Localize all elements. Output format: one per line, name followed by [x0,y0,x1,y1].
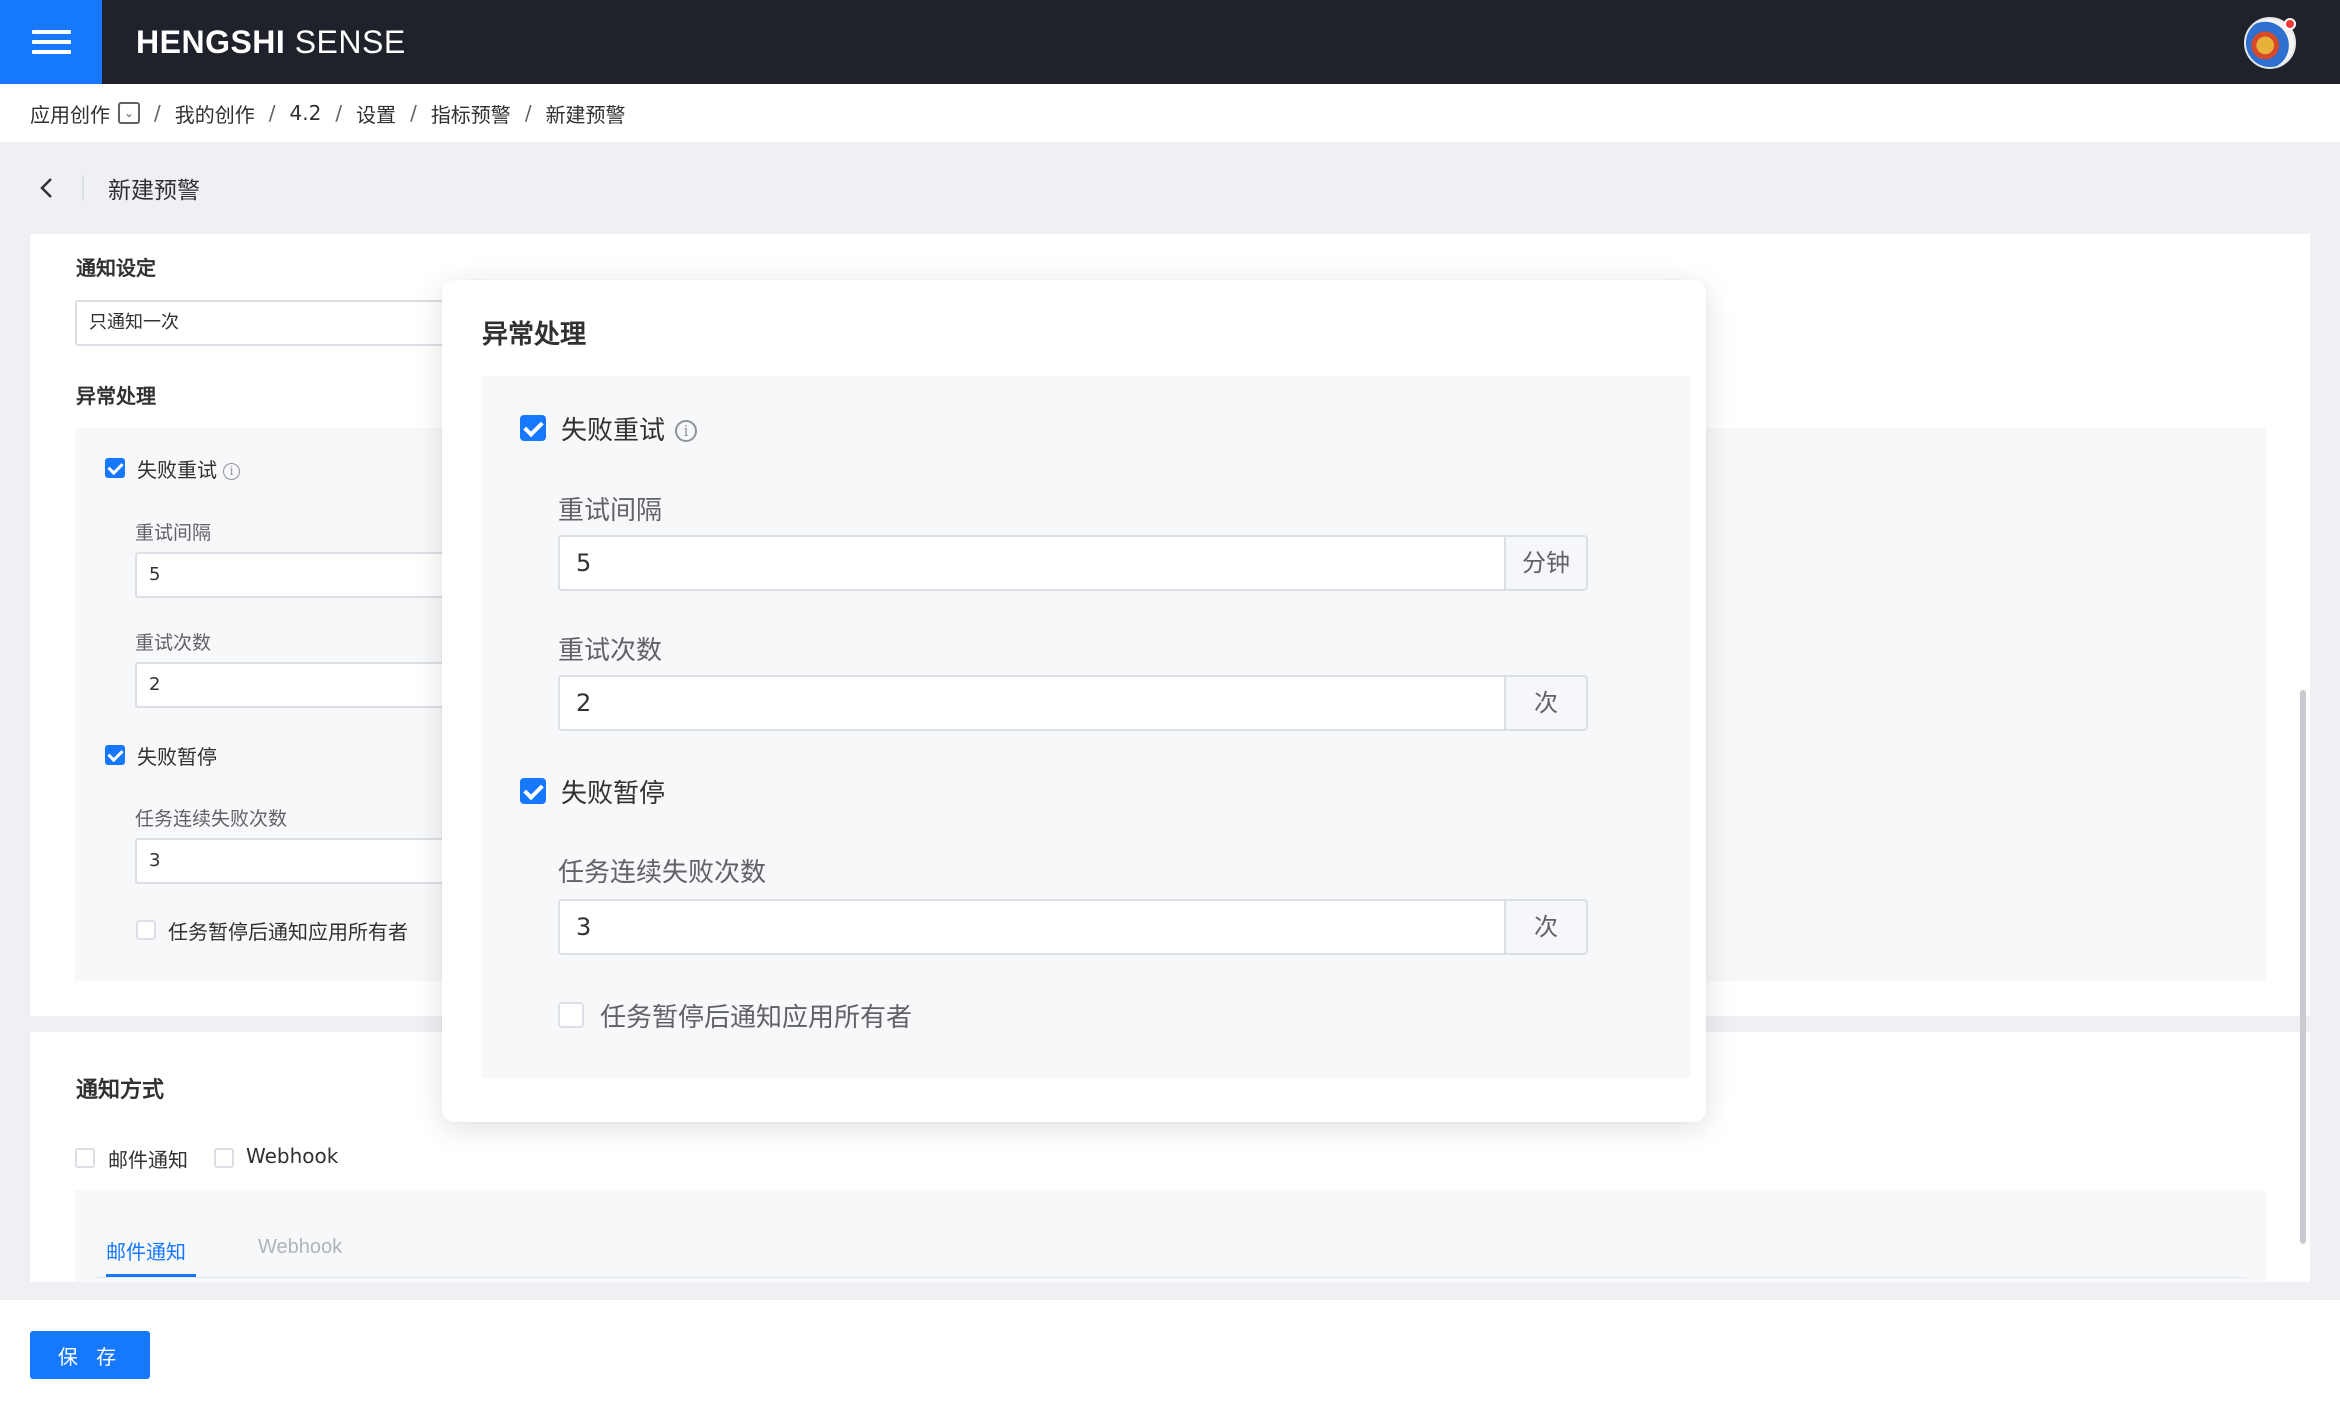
back-button[interactable] [34,176,58,200]
notify-method-label: 通知方式 [76,1078,165,1103]
popup-consecutive-failures-input-group: 3 次 [558,899,1588,955]
info-circle-icon[interactable]: i [675,420,698,442]
popup-consecutive-failures-unit: 次 [1504,899,1588,955]
footer-bar [0,1300,2340,1401]
info-circle-icon[interactable]: i [223,463,240,480]
page-header: 新建预警 [0,142,2340,234]
popup-retry-interval-unit: 分钟 [1504,535,1588,591]
breadcrumb-item-app-create[interactable]: 应用创作 [30,99,110,128]
email-notify-checkbox[interactable] [75,1148,95,1168]
notify-settings-select[interactable]: 只通知一次 [75,300,475,346]
popup-consecutive-failures-input[interactable]: 3 [558,899,1504,955]
notify-settings-label: 通知设定 [76,256,156,280]
popup-retry-count-label: 重试次数 [558,636,663,666]
menu-button[interactable] [0,0,102,84]
popup-retry-checkbox[interactable] [520,415,546,441]
popup-pause-label: 失败暂停 [561,779,666,809]
breadcrumb-item-my-create[interactable]: 我的创作 [175,99,255,128]
breadcrumb-item-current: 新建预警 [545,102,626,127]
pause-checkbox[interactable] [105,745,125,765]
breadcrumb-item-settings[interactable]: 设置 [356,99,396,128]
exception-label: 异常处理 [76,384,156,408]
popup-retry-count-input-group: 2 次 [558,675,1588,731]
popup-notify-owners-checkbox[interactable] [558,1002,584,1028]
breadcrumb-item-metric-alert[interactable]: 指标预警 [431,99,511,128]
pause-label: 失败暂停 [137,745,217,769]
email-notify-label: 邮件通知 [108,1148,188,1172]
tabs-divider [96,1277,2246,1278]
retry-count-label: 重试次数 [135,632,212,654]
scrollbar-thumb[interactable] [2300,690,2306,1244]
popup-retry-interval-input[interactable]: 5 [558,535,1504,591]
notify-tabs-panel [75,1190,2266,1282]
hamburger-icon [31,24,71,60]
save-button[interactable]: 保 存 [30,1331,150,1379]
retry-interval-input[interactable]: 5 [135,552,475,598]
chevron-left-icon [40,178,52,198]
tab-webhook[interactable]: Webhook [258,1236,342,1259]
popup-retry-count-unit: 次 [1504,675,1588,731]
popup-retry-count-input[interactable]: 2 [558,675,1504,731]
chevron-down-icon[interactable]: ⌄ [118,102,140,124]
consecutive-failures-input[interactable]: 3 [135,838,475,884]
popup-pause-checkbox[interactable] [520,778,546,804]
retry-interval-label: 重试间隔 [135,522,212,544]
breadcrumb-item-app[interactable]: 4.2 [290,101,322,125]
breadcrumb: 应用创作 ⌄ / 我的创作 / 4.2 / 设置 / 指标预警 / 新建预警 [0,84,2340,142]
brand-logo: HENGSHI SENSE [136,24,406,60]
popup-consecutive-failures-label: 任务连续失败次数 [558,858,767,888]
retry-count-input[interactable]: 2 [135,662,475,708]
retry-label: 失败重试 i [137,454,240,483]
webhook-label: Webhook [246,1144,339,1168]
notify-owners-label: 任务暂停后通知应用所有者 [168,920,408,944]
notify-owners-checkbox[interactable] [136,920,156,940]
divider [82,175,84,201]
popup-retry-interval-input-group: 5 分钟 [558,535,1588,591]
popup-retry-label: 失败重试 i [561,410,698,447]
popup-retry-interval-label: 重试间隔 [558,496,663,526]
notification-dot [2284,18,2296,30]
consecutive-failures-label: 任务连续失败次数 [135,808,288,830]
retry-checkbox[interactable] [105,458,125,478]
webhook-checkbox[interactable] [214,1148,234,1168]
tab-email-notify[interactable]: 邮件通知 [106,1236,186,1265]
popup-notify-owners-label: 任务暂停后通知应用所有者 [600,1003,913,1033]
page-title: 新建预警 [108,178,200,204]
popup-title: 异常处理 [482,320,587,350]
